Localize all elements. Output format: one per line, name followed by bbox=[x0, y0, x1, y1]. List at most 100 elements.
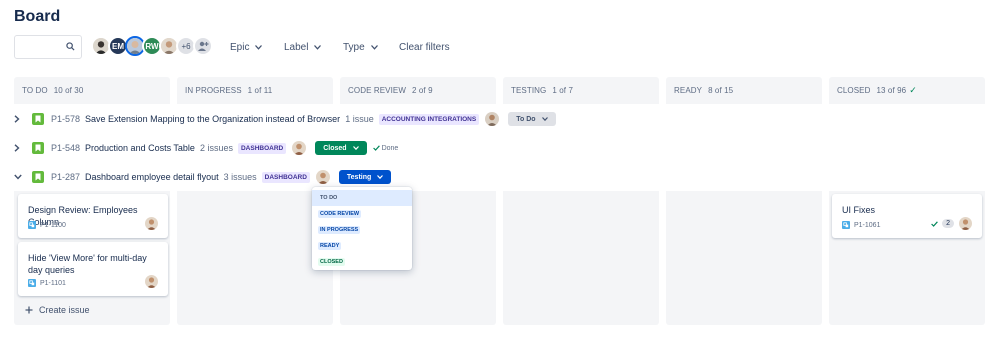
status-option-closed[interactable]: CLOSED bbox=[312, 254, 412, 270]
column-header-todo: TO DO 10 of 30 bbox=[14, 77, 170, 104]
column-count: 8 of 15 bbox=[708, 86, 734, 95]
epic-label: DASHBOARD bbox=[261, 171, 310, 183]
column-header-code-review: CODE REVIEW 2 of 9 bbox=[340, 77, 496, 104]
assignee-filter-avatars: EM RW +6 bbox=[91, 36, 213, 58]
status-dropdown-button[interactable]: Closed bbox=[315, 141, 367, 155]
status-label: Closed bbox=[323, 144, 347, 152]
column-in-progress-body bbox=[177, 191, 333, 325]
status-dropdown-button[interactable]: To Do bbox=[508, 112, 556, 126]
chevron-down-icon bbox=[352, 146, 359, 150]
assignee-avatar bbox=[292, 141, 307, 155]
epic-row[interactable]: P1-548 Production and Costs Table 2 issu… bbox=[14, 139, 398, 157]
status-option-todo[interactable]: TO DO bbox=[312, 190, 412, 206]
check-icon: ✓ bbox=[909, 85, 917, 95]
issue-card[interactable]: Hide 'View More' for multi-day day queri… bbox=[18, 242, 168, 296]
chevron-down-icon bbox=[314, 44, 322, 50]
create-issue-label: Create issue bbox=[39, 305, 90, 315]
column-count: 13 of 96 bbox=[876, 86, 907, 95]
chevron-right-icon[interactable] bbox=[14, 144, 24, 152]
card-footer: P1-1100 bbox=[28, 221, 66, 229]
clear-filters-button[interactable]: Clear filters bbox=[393, 36, 456, 58]
column-count: 2 of 9 bbox=[412, 86, 433, 95]
status-lozenge: CODE REVIEW bbox=[318, 210, 362, 218]
card-title: UI Fixes bbox=[842, 205, 876, 215]
card-key[interactable]: P1-1061 bbox=[854, 222, 880, 229]
epic-issue-count: 3 issues bbox=[223, 172, 257, 182]
assignee-avatar bbox=[959, 217, 972, 230]
status-label: To Do bbox=[516, 115, 536, 123]
column-count: 1 of 7 bbox=[552, 86, 573, 95]
page-title: Board bbox=[14, 8, 61, 25]
epic-title[interactable]: Save Extension Mapping to the Organizati… bbox=[85, 114, 340, 124]
card-title: Hide 'View More' for multi-day day queri… bbox=[28, 253, 147, 275]
epic-issue-count: 2 issues bbox=[199, 143, 233, 153]
check-icon bbox=[372, 145, 380, 151]
epic-label: ACCOUNTING INTEGRATIONS bbox=[378, 113, 480, 125]
chevron-down-icon bbox=[255, 44, 263, 50]
type-filter-button[interactable]: Type bbox=[337, 36, 384, 58]
clear-filters-label: Clear filters bbox=[399, 41, 450, 53]
status-dropdown-button[interactable]: Testing bbox=[338, 170, 392, 184]
epic-row[interactable]: P1-287 Dashboard employee detail flyout … bbox=[14, 168, 397, 186]
assignee-avatar bbox=[145, 275, 158, 288]
status-label: Testing bbox=[346, 173, 372, 181]
card-extras: 2 bbox=[931, 219, 954, 228]
column-header-ready: READY 8 of 15 bbox=[666, 77, 822, 104]
add-people-icon[interactable] bbox=[193, 36, 213, 56]
epic-issue-count: 1 issue bbox=[345, 114, 374, 124]
search-input[interactable] bbox=[14, 35, 82, 59]
status-option-ready[interactable]: READY bbox=[312, 238, 412, 254]
status-lozenge: READY bbox=[318, 242, 342, 250]
status-lozenge: TO DO bbox=[320, 195, 338, 201]
column-testing-body bbox=[503, 191, 659, 325]
column-name: TESTING bbox=[511, 86, 547, 95]
issue-card[interactable]: Design Review: Employees Column P1-1100 bbox=[18, 194, 168, 238]
epic-filter-button[interactable]: Epic bbox=[224, 36, 268, 58]
status-option-code-review[interactable]: CODE REVIEW bbox=[312, 206, 412, 222]
chevron-right-icon[interactable] bbox=[14, 115, 24, 123]
epic-key[interactable]: P1-578 bbox=[51, 114, 80, 124]
subtask-count-badge: 2 bbox=[942, 219, 954, 228]
column-count: 10 of 30 bbox=[53, 86, 84, 95]
issue-card[interactable]: UI Fixes P1-1061 2 bbox=[832, 194, 982, 238]
card-key[interactable]: P1-1100 bbox=[40, 222, 66, 229]
card-footer: P1-1101 bbox=[28, 279, 66, 287]
chevron-down-icon bbox=[370, 44, 378, 50]
epic-key[interactable]: P1-287 bbox=[51, 172, 80, 182]
column-count: 1 of 11 bbox=[247, 86, 273, 95]
column-ready-body bbox=[666, 191, 822, 325]
bookmark-icon bbox=[32, 142, 44, 154]
status-lozenge: IN PROGRESS bbox=[318, 226, 361, 234]
column-header-testing: TESTING 1 of 7 bbox=[503, 77, 659, 104]
epic-filter-label: Epic bbox=[230, 41, 250, 53]
bookmark-icon bbox=[32, 171, 44, 183]
card-footer: P1-1061 bbox=[842, 221, 880, 229]
epic-title[interactable]: Dashboard employee detail flyout bbox=[85, 172, 219, 182]
epic-row[interactable]: P1-578 Save Extension Mapping to the Org… bbox=[14, 110, 562, 128]
epic-label: DASHBOARD bbox=[237, 142, 287, 154]
resolution-done: Done bbox=[372, 144, 399, 152]
status-dropdown-menu: TO DO CODE REVIEW IN PROGRESS READY CLOS… bbox=[312, 187, 412, 270]
epic-title[interactable]: Production and Costs Table bbox=[85, 143, 195, 153]
card-key[interactable]: P1-1101 bbox=[40, 280, 66, 287]
subtask-icon bbox=[842, 221, 850, 229]
search-icon bbox=[66, 42, 75, 51]
column-name: READY bbox=[674, 86, 703, 95]
plus-icon bbox=[25, 306, 33, 314]
assignee-avatar bbox=[485, 112, 500, 126]
assignee-avatar bbox=[315, 170, 330, 184]
create-issue-button[interactable]: Create issue bbox=[25, 305, 90, 315]
column-header-in-progress: IN PROGRESS 1 of 11 bbox=[177, 77, 333, 104]
column-name: IN PROGRESS bbox=[185, 86, 242, 95]
done-label: Done bbox=[381, 144, 399, 152]
epic-key[interactable]: P1-548 bbox=[51, 143, 80, 153]
chevron-down-icon bbox=[377, 175, 384, 179]
bookmark-icon bbox=[32, 113, 44, 125]
column-name: CLOSED bbox=[837, 86, 871, 95]
column-header-closed: CLOSED 13 of 96 ✓ bbox=[829, 77, 985, 104]
chevron-down-icon[interactable] bbox=[14, 174, 24, 180]
column-name: CODE REVIEW bbox=[348, 86, 406, 95]
label-filter-button[interactable]: Label bbox=[278, 36, 327, 58]
assignee-avatar bbox=[145, 217, 158, 230]
status-option-in-progress[interactable]: IN PROGRESS bbox=[312, 222, 412, 238]
